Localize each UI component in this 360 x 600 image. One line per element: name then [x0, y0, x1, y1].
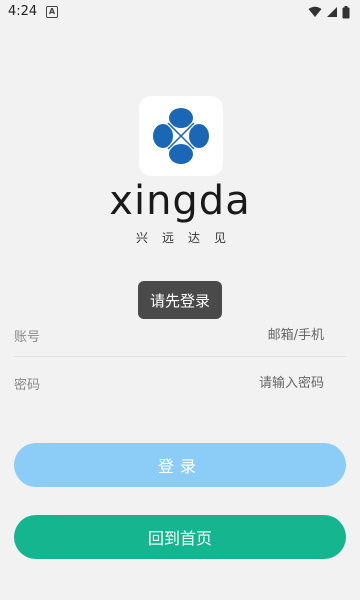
password-row: 密码 [14, 360, 346, 404]
back-to-home-label: 回到首页 [147, 529, 212, 548]
login-button-label: 登录 [157, 457, 202, 476]
login-button[interactable]: 登录 [14, 443, 346, 487]
password-label: 密码 [14, 378, 41, 393]
status-time: 4:24 [8, 4, 38, 19]
status-bar: 4:24 A [0, 0, 360, 24]
clover-cross-logo-icon [153, 108, 209, 164]
account-input[interactable] [142, 323, 326, 347]
status-icons [308, 5, 350, 19]
battery-icon [342, 5, 350, 18]
signal-icon [327, 7, 337, 17]
wifi-icon [308, 6, 322, 17]
back-to-home-button[interactable]: 回到首页 [14, 515, 346, 559]
toast-message: 请先登录 [138, 281, 222, 319]
brand-slogan: 兴远达见 [135, 231, 240, 245]
toast-text: 请先登录 [149, 291, 210, 310]
app-logo [139, 96, 223, 176]
a-box-icon: A [46, 6, 58, 18]
brand-name: xingda [109, 178, 251, 224]
password-input[interactable] [142, 371, 326, 395]
account-label: 账号 [14, 330, 41, 345]
